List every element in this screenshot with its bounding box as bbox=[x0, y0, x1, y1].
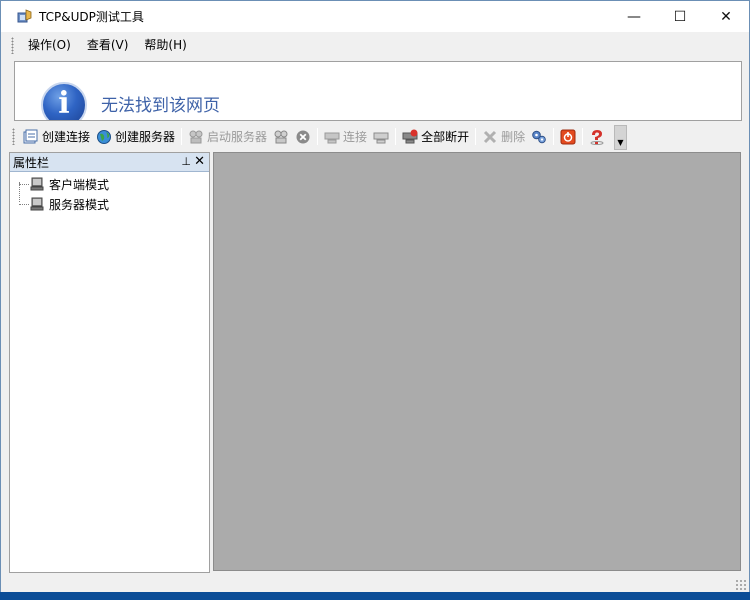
menu-grip[interactable] bbox=[11, 37, 14, 54]
start-server-label: 启动服务器 bbox=[207, 130, 268, 144]
close-button[interactable]: ✕ bbox=[703, 1, 749, 32]
tree-branch bbox=[19, 204, 29, 205]
browser-grip bbox=[1, 61, 15, 121]
create-server-label: 创建服务器 bbox=[115, 130, 176, 144]
disconnect-all-label: 全部断开 bbox=[421, 130, 470, 144]
delete-label: 删除 bbox=[501, 130, 526, 144]
disconnect-all-button[interactable]: 全部断开 bbox=[399, 125, 472, 148]
power-button[interactable] bbox=[557, 125, 579, 148]
computer-icon bbox=[30, 177, 44, 191]
disconnect-icon bbox=[373, 132, 389, 143]
new-connection-icon bbox=[23, 129, 38, 143]
properties-panel-header: 属性栏 ⊥ ✕ bbox=[10, 153, 209, 172]
web-browser-panel[interactable]: i 无法找到该网页 bbox=[14, 61, 742, 121]
delete-button[interactable]: 删除 bbox=[479, 125, 528, 148]
toolbar-overflow-button[interactable]: ▼ bbox=[614, 125, 627, 150]
app-icon bbox=[16, 8, 32, 25]
window-controls: — ☐ ✕ bbox=[611, 1, 749, 32]
menu-operate[interactable]: 操作(O) bbox=[20, 32, 79, 59]
menu-bar: 操作(O) 查看(V) 帮助(H) bbox=[1, 32, 749, 59]
toolbar-separator bbox=[395, 128, 397, 145]
title-bar[interactable]: TCP&UDP测试工具 — ☐ ✕ bbox=[1, 1, 749, 32]
disconnect-all-icon bbox=[402, 129, 418, 143]
stop-server-icon bbox=[274, 130, 288, 143]
settings-button[interactable] bbox=[528, 125, 550, 148]
tree-item-client-mode[interactable]: 客户端模式 bbox=[10, 174, 209, 194]
window-title: TCP&UDP测试工具 bbox=[39, 10, 144, 24]
toolbar-grip[interactable] bbox=[12, 128, 15, 145]
connect-label: 连接 bbox=[343, 130, 368, 144]
disconnect-button[interactable] bbox=[370, 125, 392, 148]
panel-close-icon[interactable]: ✕ bbox=[194, 154, 205, 169]
main-toolbar: 创建连接 创建服务器 启动服务器 连接 全部断开 删除 bbox=[1, 123, 627, 150]
tree-item-label: 服务器模式 bbox=[49, 197, 110, 212]
help-button[interactable] bbox=[586, 125, 608, 148]
resize-grip[interactable] bbox=[735, 579, 746, 590]
properties-panel: 属性栏 ⊥ ✕ 客户端模式 服务器模式 bbox=[9, 152, 210, 573]
toolbar-separator bbox=[181, 128, 183, 145]
connect-button[interactable]: 连接 bbox=[321, 125, 370, 148]
tree-item-server-mode[interactable]: 服务器模式 bbox=[10, 194, 209, 214]
toolbar-separator bbox=[317, 128, 319, 145]
create-server-button[interactable]: 创建服务器 bbox=[93, 125, 178, 148]
cancel-circle-icon bbox=[296, 130, 310, 143]
toolbar-separator bbox=[553, 128, 555, 145]
globe-server-icon bbox=[97, 129, 112, 144]
tree-branch bbox=[19, 184, 29, 185]
minimize-button[interactable]: — bbox=[611, 1, 657, 32]
maximize-button[interactable]: ☐ bbox=[657, 1, 703, 32]
cancel-button[interactable] bbox=[292, 125, 314, 148]
create-connection-button[interactable]: 创建连接 bbox=[20, 125, 93, 148]
tree-item-label: 客户端模式 bbox=[49, 177, 110, 192]
page-not-found-heading: 无法找到该网页 bbox=[101, 96, 220, 116]
mode-tree: 客户端模式 服务器模式 bbox=[10, 172, 209, 214]
connect-icon bbox=[324, 132, 340, 143]
delete-x-icon bbox=[484, 130, 497, 143]
status-bar bbox=[1, 575, 749, 592]
properties-panel-title: 属性栏 bbox=[13, 155, 50, 170]
info-icon: i bbox=[41, 82, 87, 120]
main-window: TCP&UDP测试工具 — ☐ ✕ 操作(O) 查看(V) 帮助(H) i 无法… bbox=[0, 0, 750, 592]
toolbar-separator bbox=[475, 128, 477, 145]
desktop-strip bbox=[0, 592, 750, 600]
stop-server-button[interactable] bbox=[270, 125, 292, 148]
pin-icon[interactable]: ⊥ bbox=[181, 155, 191, 168]
power-icon bbox=[560, 129, 576, 144]
menu-view[interactable]: 查看(V) bbox=[79, 32, 137, 59]
start-server-button[interactable]: 启动服务器 bbox=[185, 125, 270, 148]
create-connection-label: 创建连接 bbox=[42, 130, 91, 144]
mdi-workspace[interactable] bbox=[213, 152, 741, 571]
toolbar-separator bbox=[582, 128, 584, 145]
help-icon bbox=[590, 129, 604, 145]
computer-icon bbox=[30, 197, 44, 211]
menu-help[interactable]: 帮助(H) bbox=[136, 32, 194, 59]
gears-icon bbox=[532, 130, 546, 143]
start-server-icon bbox=[189, 130, 203, 143]
